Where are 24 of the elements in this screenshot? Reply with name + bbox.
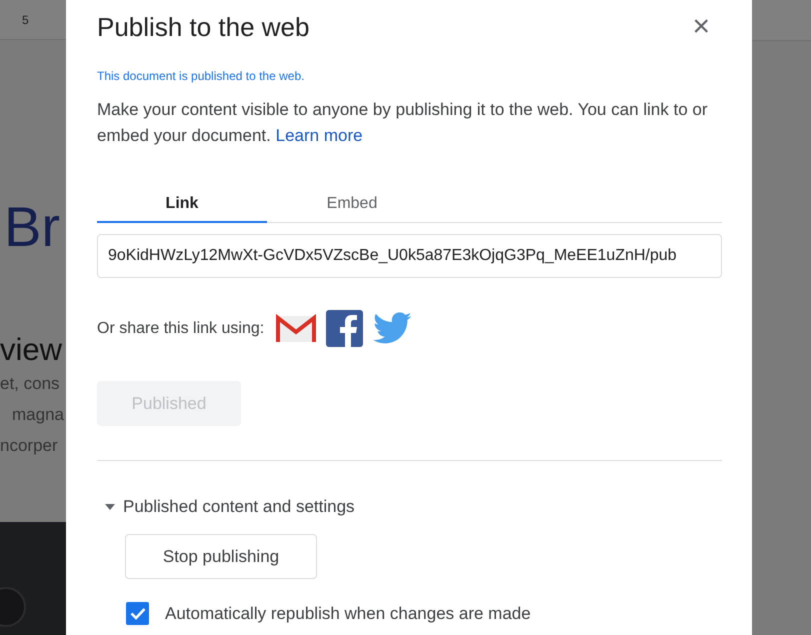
link-field[interactable]: 9oKidHWzLy12MwXt-GcVDx5VZscBe_U0k5a87E3kOjqG3Pq_MeEE1uZnH/pub bbox=[97, 234, 722, 278]
facebook-icon[interactable] bbox=[326, 310, 364, 347]
dialog-title: Publish to the web bbox=[97, 12, 310, 42]
document-heading: Br bbox=[3, 195, 61, 259]
share-label: Or share this link using: bbox=[97, 320, 264, 338]
mail-icon[interactable] bbox=[276, 314, 316, 344]
document-text: ncorper bbox=[0, 435, 59, 457]
checkbox[interactable] bbox=[126, 602, 149, 625]
tab[interactable]: Link bbox=[97, 189, 267, 223]
close-button[interactable]: × bbox=[692, 12, 722, 42]
ruler-number: 5 bbox=[22, 12, 29, 26]
learn-more-link[interactable]: Learn more bbox=[276, 126, 363, 145]
triangle-icon bbox=[105, 504, 115, 510]
checkbox-label: Automatically republish when changes are made bbox=[165, 604, 531, 624]
description-text: Make your content visible to anyone by publishing it to the web. You can link to or embed your document. Learn more bbox=[97, 99, 708, 147]
settings-expander[interactable]: Published content and settings bbox=[97, 497, 722, 517]
tab[interactable]: Embed bbox=[267, 189, 437, 223]
status-message: This document is published to the web. bbox=[97, 69, 306, 83]
bird-icon[interactable] bbox=[373, 312, 414, 346]
document-text: et, cons bbox=[0, 373, 61, 395]
check-icon bbox=[130, 607, 146, 620]
document-subheading: view bbox=[0, 332, 64, 368]
document-text: magna bbox=[11, 404, 65, 426]
stop-publishing-button[interactable]: Stop publishing bbox=[125, 534, 317, 579]
